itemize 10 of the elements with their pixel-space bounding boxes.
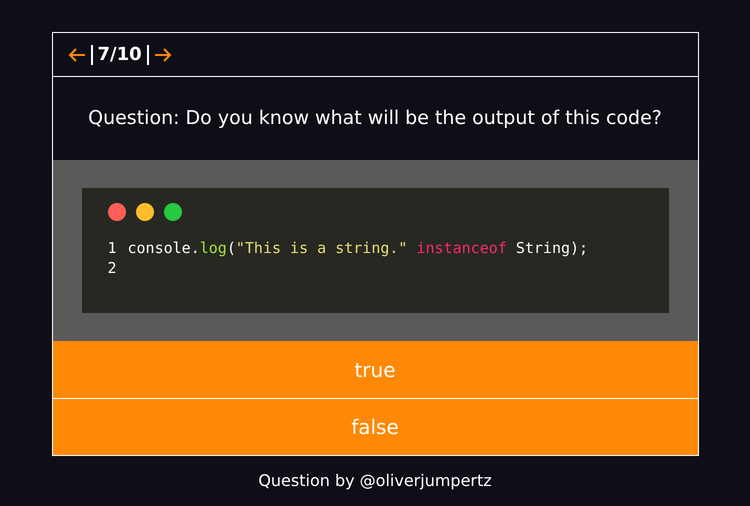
question-counter: 7/10 <box>90 44 149 64</box>
answer-button[interactable]: false <box>52 398 698 455</box>
answer-button[interactable]: true <box>52 341 698 398</box>
line-number: 1 <box>108 238 118 258</box>
question-credit: Question by @oliverjumpertz <box>258 470 492 492</box>
arrow-right-icon[interactable] <box>152 46 173 62</box>
question-text: Question: Do you know what will be the output of this code? <box>88 106 662 132</box>
code-line: console.log("This is a string." instanceof String); <box>128 238 588 258</box>
arrow-left-icon[interactable] <box>66 46 86 62</box>
line-number: 2 <box>108 258 118 278</box>
